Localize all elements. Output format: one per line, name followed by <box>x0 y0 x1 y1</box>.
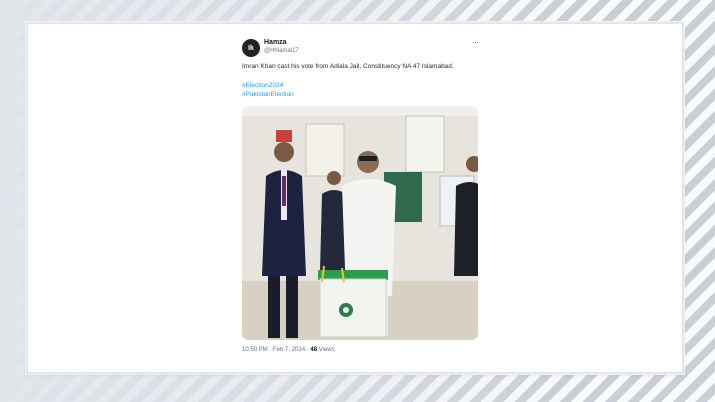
views-label: Views <box>317 347 335 353</box>
tweet-timestamp[interactable]: 10:50 PM · Feb 7, 2024 · <box>242 347 310 353</box>
hashtag-election2024[interactable]: #Election2024 <box>242 82 283 89</box>
tweet-meta: 10:50 PM · Feb 7, 2024 · 48 Views <box>242 347 335 353</box>
tweet-photo[interactable] <box>242 106 478 340</box>
tweet-post: Ik Hamza @Hhlamal17 ··· Imran Khan cast … <box>240 36 480 361</box>
hashtag-pakistanelection[interactable]: #PakistanElection <box>242 91 294 98</box>
avatar[interactable]: Ik <box>242 39 260 57</box>
tweet-text: Imran Khan cast his vote from Adiala Jai… <box>242 63 454 70</box>
author-name[interactable]: Hamza <box>264 39 287 46</box>
author-handle[interactable]: @Hhlamal17 <box>264 48 299 54</box>
more-options-icon[interactable]: ··· <box>472 37 479 47</box>
voting-photo-illustration <box>242 106 478 340</box>
